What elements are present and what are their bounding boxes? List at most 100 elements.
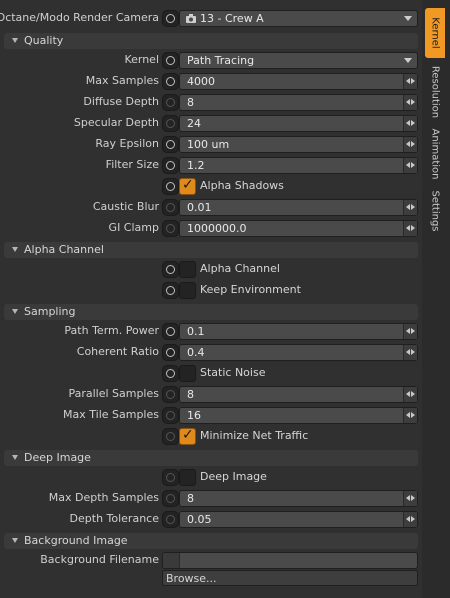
- parallel-samples-toggle[interactable]: [162, 386, 179, 403]
- stepper-arrows-icon[interactable]: [403, 95, 417, 110]
- section-sampling[interactable]: Sampling: [4, 304, 418, 320]
- stepper-arrows-icon[interactable]: [403, 491, 417, 506]
- browse-button[interactable]: Browse...: [162, 570, 418, 586]
- stepper-arrows-icon[interactable]: [403, 158, 417, 173]
- kernel-value: Path Tracing: [187, 54, 255, 67]
- static-noise-toggle[interactable]: [162, 365, 179, 382]
- filter-size-value: 1.2: [187, 159, 205, 172]
- filter-size-field[interactable]: 1.2: [179, 157, 418, 174]
- keep-environment-checkbox[interactable]: [179, 282, 196, 299]
- filter-size-toggle[interactable]: [162, 157, 179, 174]
- max-tile-samples-field[interactable]: 16: [179, 407, 418, 424]
- field-toggle-cap[interactable]: [163, 553, 180, 568]
- minimize-net-traffic-checkbox[interactable]: [179, 427, 196, 445]
- section-title: Sampling: [24, 305, 76, 318]
- stepper-arrows-icon[interactable]: [403, 221, 417, 236]
- max-depth-samples-toggle[interactable]: [162, 490, 179, 507]
- max-tile-samples-label: Max Tile Samples: [63, 408, 159, 421]
- background-filename-field[interactable]: [162, 552, 418, 569]
- diffuse-depth-label: Diffuse Depth: [83, 95, 159, 108]
- section-alpha-channel[interactable]: Alpha Channel: [4, 242, 418, 258]
- background-filename-row: Background Filename: [0, 550, 422, 571]
- gi-clamp-toggle[interactable]: [162, 220, 179, 237]
- max-samples-toggle[interactable]: [162, 73, 179, 90]
- stepper-arrows-icon[interactable]: [403, 74, 417, 89]
- alpha-shadows-checkbox[interactable]: [179, 177, 196, 195]
- camera-value: 13 - Crew A: [200, 12, 264, 25]
- deep-image-row: Deep Image: [0, 467, 422, 488]
- alpha-shadows-toggle[interactable]: [162, 178, 179, 195]
- path-term-power-toggle[interactable]: [162, 323, 179, 340]
- static-noise-checkbox[interactable]: [179, 365, 196, 382]
- keep-environment-row: Keep Environment: [0, 280, 422, 301]
- stepper-arrows-icon[interactable]: [403, 137, 417, 152]
- parallel-samples-value: 8: [187, 388, 194, 401]
- stepper-arrows-icon[interactable]: [403, 512, 417, 527]
- chevron-down-icon: [404, 58, 412, 63]
- ray-epsilon-field[interactable]: 100 um: [179, 136, 418, 153]
- depth-tolerance-toggle[interactable]: [162, 511, 179, 528]
- stepper-arrows-icon[interactable]: [403, 200, 417, 215]
- max-samples-row: Max Samples 4000: [0, 71, 422, 92]
- tab-kernel[interactable]: Kernel: [425, 8, 445, 58]
- section-background-image[interactable]: Background Image: [4, 533, 418, 549]
- collapse-triangle-icon: [12, 309, 18, 314]
- deep-image-toggle[interactable]: [162, 469, 179, 486]
- background-filename-label: Background Filename: [40, 553, 159, 566]
- max-samples-field[interactable]: 4000: [179, 73, 418, 90]
- camera-dropdown[interactable]: 13 - Crew A: [179, 10, 418, 27]
- coherent-ratio-field[interactable]: 0.4: [179, 344, 418, 361]
- parallel-samples-field[interactable]: 8: [179, 386, 418, 403]
- ray-epsilon-toggle[interactable]: [162, 136, 179, 153]
- diffuse-depth-row: Diffuse Depth 8: [0, 92, 422, 113]
- gi-clamp-field[interactable]: 1000000.0: [179, 220, 418, 237]
- tab-resolution[interactable]: Resolution: [425, 60, 445, 124]
- static-noise-row: Static Noise: [0, 363, 422, 384]
- collapse-triangle-icon: [12, 455, 18, 460]
- ray-epsilon-label: Ray Epsilon: [95, 137, 159, 150]
- kernel-row: Kernel Path Tracing: [0, 50, 422, 71]
- caustic-blur-field[interactable]: 0.01: [179, 199, 418, 216]
- stepper-arrows-icon[interactable]: [403, 408, 417, 423]
- kernel-toggle[interactable]: [162, 52, 179, 69]
- diffuse-depth-field[interactable]: 8: [179, 94, 418, 111]
- specular-depth-field[interactable]: 24: [179, 115, 418, 132]
- keep-environment-toggle[interactable]: [162, 282, 179, 299]
- alpha-channel-label: Alpha Channel: [200, 262, 280, 275]
- tab-animation[interactable]: Animation: [425, 126, 445, 182]
- collapse-triangle-icon: [12, 538, 18, 543]
- stepper-arrows-icon[interactable]: [403, 387, 417, 402]
- collapse-triangle-icon: [12, 247, 18, 252]
- alpha-channel-toggle[interactable]: [162, 261, 179, 278]
- stepper-arrows-icon[interactable]: [403, 116, 417, 131]
- minimize-net-traffic-toggle[interactable]: [162, 428, 179, 445]
- caustic-blur-toggle[interactable]: [162, 199, 179, 216]
- deep-image-checkbox[interactable]: [179, 469, 196, 486]
- stepper-arrows-icon[interactable]: [403, 324, 417, 339]
- camera-toggle[interactable]: [162, 10, 179, 27]
- section-deep-image[interactable]: Deep Image: [4, 450, 418, 466]
- alpha-shadows-label: Alpha Shadows: [200, 179, 284, 192]
- depth-tolerance-field[interactable]: 0.05: [179, 511, 418, 528]
- alpha-shadows-row: Alpha Shadows: [0, 176, 422, 197]
- coherent-ratio-row: Coherent Ratio 0.4: [0, 342, 422, 363]
- stepper-arrows-icon[interactable]: [403, 345, 417, 360]
- minimize-net-traffic-label: Minimize Net Traffic: [200, 429, 309, 442]
- static-noise-label: Static Noise: [200, 366, 266, 379]
- path-term-power-field[interactable]: 0.1: [179, 323, 418, 340]
- kernel-dropdown[interactable]: Path Tracing: [179, 52, 418, 69]
- side-tab-bar: Kernel Resolution Animation Settings: [422, 0, 450, 598]
- section-quality[interactable]: Quality: [4, 33, 418, 49]
- tab-settings[interactable]: Settings: [425, 186, 445, 236]
- path-term-power-row: Path Term. Power 0.1: [0, 321, 422, 342]
- specular-depth-toggle[interactable]: [162, 115, 179, 132]
- max-samples-label: Max Samples: [85, 74, 159, 87]
- max-depth-samples-field[interactable]: 8: [179, 490, 418, 507]
- minimize-net-traffic-row: Minimize Net Traffic: [0, 426, 422, 447]
- coherent-ratio-toggle[interactable]: [162, 344, 179, 361]
- alpha-channel-checkbox[interactable]: [179, 261, 196, 278]
- max-tile-samples-toggle[interactable]: [162, 407, 179, 424]
- diffuse-depth-toggle[interactable]: [162, 94, 179, 111]
- section-title: Alpha Channel: [24, 243, 104, 256]
- max-tile-samples-row: Max Tile Samples 16: [0, 405, 422, 426]
